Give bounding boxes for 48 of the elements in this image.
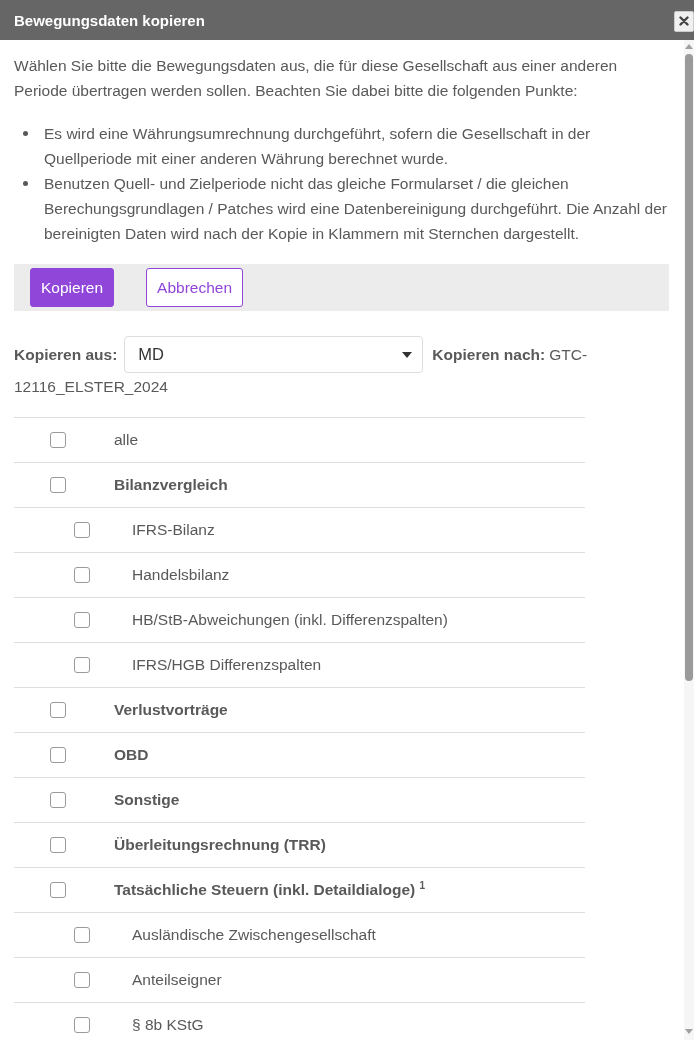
scrollbar-track[interactable] (684, 40, 694, 1040)
dialog-title: Bewegungsdaten kopieren (14, 11, 205, 29)
checkbox[interactable] (50, 747, 66, 763)
checkbox[interactable] (50, 837, 66, 853)
group-label: OBD (114, 746, 149, 764)
option-label: Anteilseigner (132, 971, 222, 989)
note-text: Benutzen Quell- und Zielperiode nicht das gleiche Formularset / die gleichen Berechungsgrundlagen / Patches wird eine Datenbereinigung durchgeführt. Die Anzahl der bereinigten Daten wird nach der Kopie in Klammern mit Sternchen dargestellt. (44, 174, 668, 244)
option-label: IFRS-Bilanz (132, 521, 215, 539)
option-label: Ausländische Zwischengesellschaft (132, 926, 376, 944)
intro-text: Wählen Sie bitte die Bewegungsdaten aus, die für diese Gesellschaft aus einer anderen Periode übertragen werden sollen. Beachten Sie dabei bitte die folgenden Punkte: (14, 56, 619, 101)
checkbox[interactable] (50, 477, 66, 493)
checkbox[interactable] (74, 1017, 90, 1033)
checkbox[interactable] (74, 567, 90, 583)
select-all-label: alle (114, 431, 139, 449)
group-label: Sonstige (114, 791, 180, 809)
checkbox[interactable] (50, 882, 66, 898)
target-value: 12116_ELSTER_2024 (14, 377, 168, 397)
group-label: Überleitungsrechnung (TRR) (114, 836, 326, 854)
checkbox[interactable] (74, 612, 90, 628)
cancel-button[interactable]: Abbrechen (146, 268, 244, 307)
option-label: § 8b KStG (132, 1016, 204, 1034)
close-icon (679, 16, 689, 26)
checkbox[interactable] (74, 927, 90, 943)
scrollbar-thumb[interactable] (685, 54, 693, 681)
target-value: GTC- (549, 346, 588, 363)
bullet-icon (23, 181, 28, 186)
source-label: Kopieren aus: (14, 346, 118, 363)
scroll-up-icon[interactable] (685, 44, 693, 49)
group-label: Bilanzvergleich (114, 476, 228, 494)
close-button[interactable] (674, 10, 694, 32)
source-select[interactable]: MD (124, 336, 424, 373)
checkbox[interactable] (74, 522, 90, 538)
note-text: Es wird eine Währungsumrechnung durchgeführt, sofern die Gesellschaft in der Quellperiode mit einer anderen Währung berechnet wurde. (44, 124, 592, 169)
checkbox[interactable] (50, 792, 66, 808)
option-label: Handelsbilanz (132, 566, 230, 584)
checkbox[interactable] (50, 702, 66, 718)
bullet-icon (23, 131, 28, 136)
checkbox[interactable] (74, 972, 90, 988)
option-label: IFRS/HGB Differenzspalten (132, 656, 322, 674)
scroll-down-icon[interactable] (685, 1029, 693, 1034)
checkbox[interactable] (74, 657, 90, 673)
caret-icon (402, 351, 413, 358)
checkbox[interactable] (50, 432, 66, 448)
group-label: Tatsächliche Steuern (inkl. Detaildialoge) $^{1}$ (114, 881, 426, 899)
copy-button[interactable]: Kopieren (30, 268, 115, 307)
group-label: Verlustvorträge (114, 701, 228, 719)
option-label: HB/StB-Abweichungen (inkl. Differenzspalten) (132, 611, 448, 629)
target-label: Kopieren nach: (432, 346, 546, 363)
